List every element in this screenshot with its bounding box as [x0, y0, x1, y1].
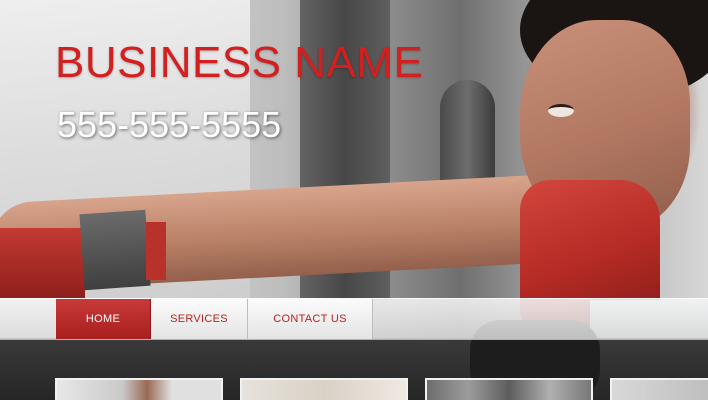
thumbnail-image[interactable]	[55, 378, 223, 400]
nav-home[interactable]: HOME	[56, 299, 151, 339]
thumbnail-image[interactable]	[610, 378, 708, 400]
nav-contact-us[interactable]: CONTACT US	[248, 299, 373, 339]
business-name: BUSINESS NAME	[55, 38, 424, 87]
phone-number: 555-555-5555	[57, 104, 282, 145]
nav-services[interactable]: SERVICES	[151, 299, 248, 339]
wrist-strap	[79, 209, 151, 291]
hand-wrap-left	[0, 228, 85, 298]
main-navigation-bar: HOME SERVICES CONTACT US	[0, 298, 708, 340]
boxer-eye	[548, 104, 574, 117]
thumbnail-image[interactable]	[425, 378, 593, 400]
thumbnail-image[interactable]	[240, 378, 408, 400]
hand-wrap-band	[146, 222, 166, 280]
thumbnail-row	[0, 378, 708, 400]
main-navigation: HOME SERVICES CONTACT US	[56, 299, 373, 339]
